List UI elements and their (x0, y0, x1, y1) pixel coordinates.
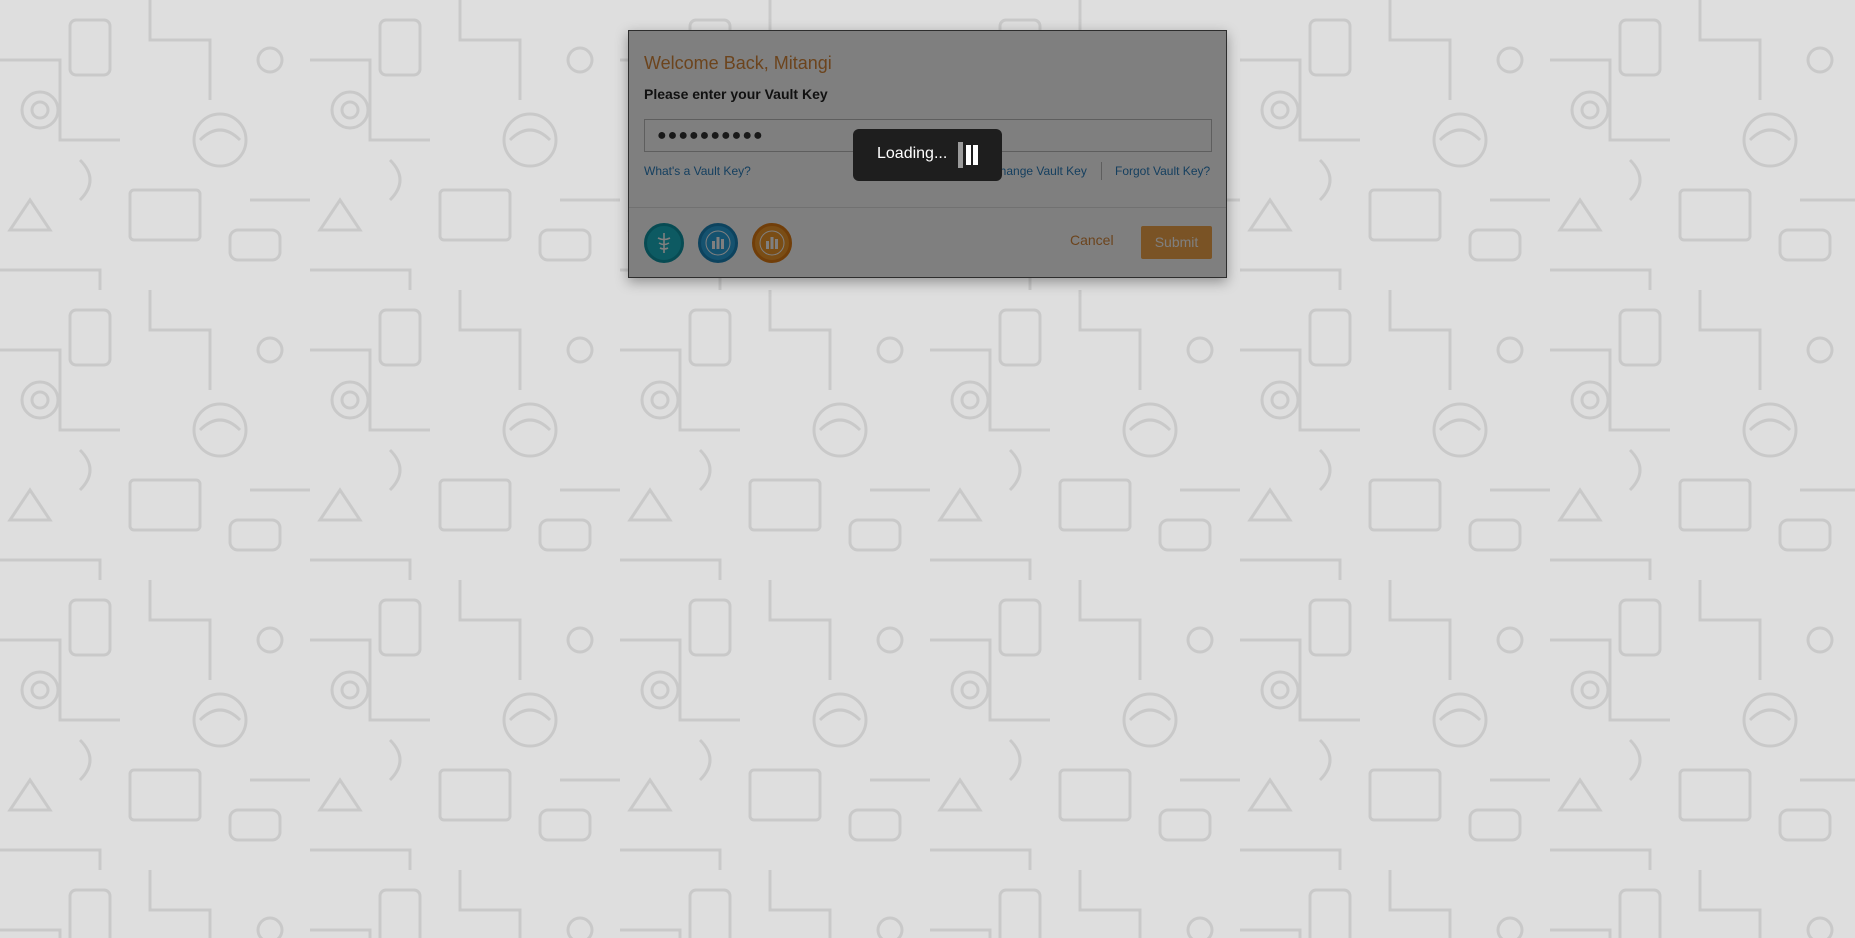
loading-text: Loading... (877, 145, 948, 162)
loading-indicator: Loading... (853, 129, 1002, 181)
loading-spinner-icon (958, 142, 980, 168)
